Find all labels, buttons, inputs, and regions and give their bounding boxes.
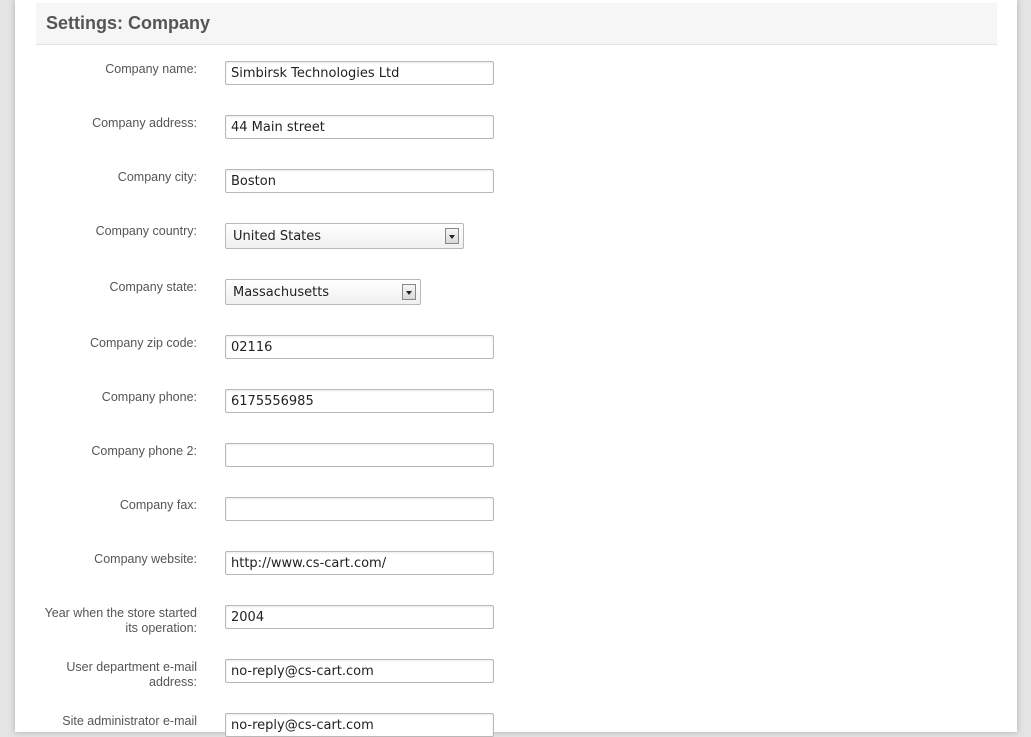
user-dept-email-label-line1: User department e-mail [66,660,197,674]
company-phone-2-input[interactable] [225,443,494,467]
company-city-input[interactable] [225,169,494,193]
company-website-label: Company website: [94,552,197,566]
company-address-label: Company address: [92,116,197,130]
company-phone-2-label: Company phone 2: [91,444,197,458]
company-phone-input[interactable] [225,389,494,413]
user-dept-email-label: User department e-mail address: [36,660,197,690]
company-state-label: Company state: [109,280,197,294]
site-admin-email-input[interactable] [225,713,494,737]
company-city-label: Company city: [117,170,197,184]
company-name-input[interactable] [225,61,494,85]
company-phone-label: Company phone: [101,390,197,404]
company-address-input[interactable] [225,115,494,139]
company-zip-label: Company zip code: [89,336,197,350]
user-dept-email-label-line2: address: [149,675,197,689]
company-zip-input[interactable] [225,335,494,359]
site-admin-email-label: Site administrator e-mail [62,714,197,728]
company-fax-label: Company fax: [119,498,197,512]
chevron-down-icon[interactable] [445,228,459,244]
start-year-label-line2: its operation: [125,621,197,635]
company-state-value: Massachusetts [233,285,330,300]
settings-panel: Settings: Company Company name: Company … [15,0,1017,737]
page-header: Settings: Company [36,3,997,45]
company-country-label: Company country: [95,224,197,238]
company-fax-input[interactable] [225,497,494,521]
company-country-select[interactable]: United States [225,223,464,249]
start-year-label: Year when the store started its operatio… [36,606,197,636]
start-year-input[interactable] [225,605,494,629]
page-title: Settings: Company [46,13,211,33]
chevron-down-icon[interactable] [402,284,416,300]
company-name-label: Company name: [105,62,197,76]
company-website-input[interactable] [225,551,494,575]
start-year-label-line1: Year when the store started [44,606,197,620]
company-state-select[interactable]: Massachusetts [225,279,421,305]
user-dept-email-input[interactable] [225,659,494,683]
company-country-value: United States [233,229,322,244]
